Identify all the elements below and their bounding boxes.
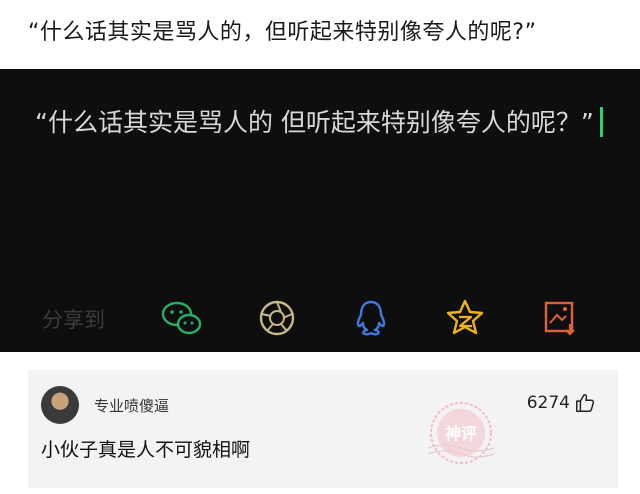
save-image-icon[interactable] xyxy=(538,298,582,338)
comment-username[interactable]: 专业喷傻逼 xyxy=(94,395,169,416)
text-caret xyxy=(599,107,603,137)
avatar[interactable] xyxy=(41,386,79,424)
share-label: 分享到 xyxy=(42,308,105,332)
thumbs-up-icon[interactable] xyxy=(574,392,596,414)
comment-text: 小伙子真是人不可貌相啊 xyxy=(41,439,251,461)
wechat-icon[interactable] xyxy=(160,298,204,338)
share-card-screenshot: “什么话其实是骂人的 但听起来特别像夸人的呢？” 分享到 xyxy=(0,69,640,352)
hot-comment-stamp: 神评 xyxy=(427,402,495,464)
comment-card: 专业喷傻逼 6274 神评 小伙子真是人不可貌相啊 xyxy=(28,370,618,488)
quote-text: “什么话其实是骂人的 但听起来特别像夸人的呢？” xyxy=(35,104,615,142)
qq-icon[interactable] xyxy=(349,298,393,338)
quote-content: “什么话其实是骂人的 但听起来特别像夸人的呢？” xyxy=(35,108,594,137)
share-bar: 分享到 xyxy=(0,294,640,339)
post-title: “什么话其实是骂人的，但听起来特别像夸人的呢?” xyxy=(28,20,537,45)
like-count: 6274 xyxy=(526,393,570,413)
moments-icon[interactable] xyxy=(255,298,299,338)
like-counter[interactable]: 6274 xyxy=(527,392,596,414)
qzone-icon[interactable] xyxy=(443,298,487,338)
stamp-text: 神评 xyxy=(445,424,477,443)
